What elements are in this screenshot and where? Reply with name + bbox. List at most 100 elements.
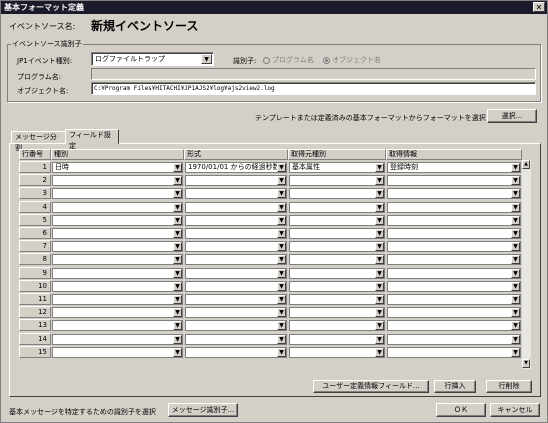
chevron-down-icon[interactable]: ▼ — [173, 335, 182, 344]
kind-select[interactable]: ▼ — [52, 215, 183, 226]
chevron-down-icon[interactable]: ▼ — [511, 282, 520, 291]
format-select[interactable]: ▼ — [185, 334, 287, 345]
chevron-down-icon[interactable]: ▼ — [173, 176, 182, 185]
source-type-select[interactable]: ▼ — [289, 307, 385, 318]
source-info-select[interactable]: 登録時刻 ▼ — [387, 162, 521, 173]
chevron-down-icon[interactable]: ▼ — [277, 176, 286, 185]
source-type-select[interactable]: ▼ — [289, 202, 385, 213]
grid-vertical-scrollbar[interactable]: ▲ ▼ — [522, 160, 531, 369]
format-select[interactable]: ▼ — [185, 294, 287, 305]
source-info-select[interactable]: ▼ — [387, 215, 521, 226]
chevron-down-icon[interactable]: ▼ — [277, 203, 286, 212]
kind-select[interactable]: ▼ — [52, 188, 183, 199]
format-select[interactable]: ▼ — [185, 188, 287, 199]
chevron-down-icon[interactable]: ▼ — [201, 54, 212, 64]
chevron-down-icon[interactable]: ▼ — [511, 269, 520, 278]
format-select[interactable]: ▼ — [185, 228, 287, 239]
format-select[interactable]: ▼ — [185, 307, 287, 318]
chevron-down-icon[interactable]: ▼ — [173, 348, 182, 357]
tab-field-settings[interactable]: フィールド設定 — [65, 129, 119, 150]
kind-select[interactable]: ▼ — [52, 268, 183, 279]
chevron-down-icon[interactable]: ▼ — [375, 348, 384, 357]
cancel-button[interactable]: キャンセル — [490, 403, 540, 417]
chevron-down-icon[interactable]: ▼ — [277, 189, 286, 198]
source-type-select[interactable]: 基本属性 ▼ — [289, 162, 385, 173]
source-type-select[interactable]: ▼ — [289, 254, 385, 265]
chevron-down-icon[interactable]: ▼ — [511, 242, 520, 251]
chevron-down-icon[interactable]: ▼ — [277, 269, 286, 278]
source-type-select[interactable]: ▼ — [289, 334, 385, 345]
chevron-down-icon[interactable]: ▼ — [375, 308, 384, 317]
chevron-down-icon[interactable]: ▼ — [375, 321, 384, 330]
source-info-select[interactable]: ▼ — [387, 307, 521, 318]
source-type-select[interactable]: ▼ — [289, 228, 385, 239]
source-info-select[interactable]: ▼ — [387, 320, 521, 331]
chevron-down-icon[interactable]: ▼ — [375, 163, 384, 172]
format-select[interactable]: ▼ — [185, 215, 287, 226]
source-info-select[interactable]: ▼ — [387, 188, 521, 199]
chevron-down-icon[interactable]: ▼ — [375, 242, 384, 251]
chevron-down-icon[interactable]: ▼ — [511, 176, 520, 185]
chevron-down-icon[interactable]: ▼ — [277, 163, 286, 172]
arrow-down-icon[interactable]: ▼ — [522, 359, 530, 368]
program-name-field[interactable] — [91, 68, 536, 80]
source-info-select[interactable]: ▼ — [387, 294, 521, 305]
chevron-down-icon[interactable]: ▼ — [375, 176, 384, 185]
chevron-down-icon[interactable]: ▼ — [173, 163, 182, 172]
chevron-down-icon[interactable]: ▼ — [277, 321, 286, 330]
chevron-down-icon[interactable]: ▼ — [375, 189, 384, 198]
chevron-down-icon[interactable]: ▼ — [375, 269, 384, 278]
chevron-down-icon[interactable]: ▼ — [511, 216, 520, 225]
format-select[interactable]: ▼ — [185, 175, 287, 186]
kind-select[interactable]: ▼ — [52, 281, 183, 292]
select-template-button[interactable]: 選択... — [487, 109, 537, 123]
chevron-down-icon[interactable]: ▼ — [511, 308, 520, 317]
user-defined-field-button[interactable]: ユーザー定義情報フィールド... — [313, 380, 429, 393]
arrow-up-icon[interactable]: ▲ — [522, 160, 530, 169]
insert-row-button[interactable]: 行挿入 — [434, 380, 476, 393]
chevron-down-icon[interactable]: ▼ — [277, 295, 286, 304]
chevron-down-icon[interactable]: ▼ — [173, 203, 182, 212]
source-type-select[interactable]: ▼ — [289, 294, 385, 305]
chevron-down-icon[interactable]: ▼ — [511, 189, 520, 198]
source-type-select[interactable]: ▼ — [289, 347, 385, 358]
kind-select[interactable]: ▼ — [52, 334, 183, 345]
chevron-down-icon[interactable]: ▼ — [375, 282, 384, 291]
format-select[interactable]: ▼ — [185, 268, 287, 279]
chevron-down-icon[interactable]: ▼ — [173, 282, 182, 291]
chevron-down-icon[interactable]: ▼ — [277, 255, 286, 264]
chevron-down-icon[interactable]: ▼ — [173, 308, 182, 317]
chevron-down-icon[interactable]: ▼ — [375, 216, 384, 225]
chevron-down-icon[interactable]: ▼ — [173, 269, 182, 278]
chevron-down-icon[interactable]: ▼ — [511, 255, 520, 264]
kind-select[interactable]: ▼ — [52, 320, 183, 331]
chevron-down-icon[interactable]: ▼ — [375, 203, 384, 212]
chevron-down-icon[interactable]: ▼ — [173, 189, 182, 198]
kind-select[interactable]: ▼ — [52, 241, 183, 252]
radio-program-name[interactable]: プログラム名 — [263, 55, 314, 65]
kind-select[interactable]: ▼ — [52, 175, 183, 186]
source-info-select[interactable]: ▼ — [387, 241, 521, 252]
message-identifier-button[interactable]: メッセージ識別子... — [168, 403, 238, 417]
jp1-event-type-select[interactable]: ログファイルトラップ ▼ — [91, 52, 214, 66]
source-info-select[interactable]: ▼ — [387, 347, 521, 358]
source-type-select[interactable]: ▼ — [289, 175, 385, 186]
chevron-down-icon[interactable]: ▼ — [277, 282, 286, 291]
source-info-select[interactable]: ▼ — [387, 254, 521, 265]
kind-select[interactable]: 日時 ▼ — [52, 162, 183, 173]
close-icon[interactable]: ✕ — [533, 2, 545, 12]
kind-select[interactable]: ▼ — [52, 294, 183, 305]
radio-object-icon[interactable] — [323, 56, 330, 64]
kind-select[interactable]: ▼ — [52, 254, 183, 265]
chevron-down-icon[interactable]: ▼ — [511, 229, 520, 238]
chevron-down-icon[interactable]: ▼ — [277, 335, 286, 344]
format-select[interactable]: 1970/01/01 からの経過秒数 ▼ — [185, 162, 287, 173]
chevron-down-icon[interactable]: ▼ — [511, 348, 520, 357]
chevron-down-icon[interactable]: ▼ — [511, 335, 520, 344]
source-type-select[interactable]: ▼ — [289, 188, 385, 199]
kind-select[interactable]: ▼ — [52, 307, 183, 318]
source-type-select[interactable]: ▼ — [289, 241, 385, 252]
source-info-select[interactable]: ▼ — [387, 334, 521, 345]
chevron-down-icon[interactable]: ▼ — [375, 295, 384, 304]
chevron-down-icon[interactable]: ▼ — [173, 295, 182, 304]
